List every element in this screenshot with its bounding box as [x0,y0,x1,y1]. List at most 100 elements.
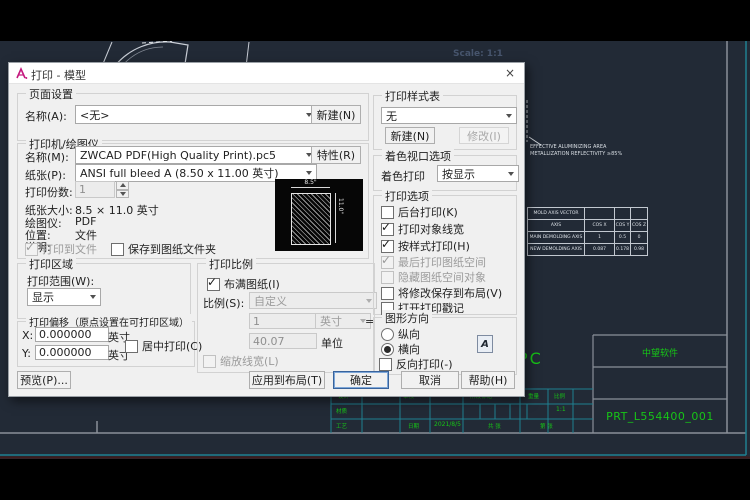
up-arrow-icon [120,183,126,187]
scale-unit-combo: 英寸 [315,313,371,329]
radio-icon [381,328,394,341]
plot-range-label: 打印范围(W): [27,273,94,289]
chevron-down-icon [366,299,372,303]
checkbox-icon [381,206,394,219]
group-plot-options-legend: 打印选项 [382,188,432,204]
shade-plot-combo[interactable]: 按显示 [437,165,519,182]
offset-y-label: Y: [22,347,31,360]
group-orientation-legend: 图形方向 [382,310,432,326]
portrait-radio[interactable]: 纵向 [381,326,420,342]
scale-numerator-field: 1 [249,313,317,329]
titleblock-sheet-no: 第 张 [540,422,553,430]
checkbox-icon [381,271,394,284]
titleblock-scale-value: 1:1 [556,406,566,413]
paper-preview-thumbnail: 8.5" 11.0" [275,179,363,251]
spinner-down-button[interactable] [116,190,129,199]
checkbox-checked-icon [381,240,394,253]
print-dialog: 打印 - 模型 × 页面设置 名称(A): <无> 新建(N) 打印机/绘图仪 … [8,62,525,397]
pagesetup-name-label: 名称(A): [25,108,67,124]
shade-plot-label: 着色打印 [381,168,425,184]
company-name: 中望软件 [593,346,727,359]
landscape-radio[interactable]: 横向 [381,341,420,357]
chevron-down-icon [90,295,96,299]
part-number: PRT_L554400_001 [593,410,727,423]
dialog-titlebar[interactable]: 打印 - 模型 × [9,63,524,84]
paperspace-last-checkbox: 最后打印图纸空间 [381,254,486,270]
apply-to-layout-button[interactable]: 应用到布局(T) [249,371,325,389]
axis-table-header: MOLD AXIS VECTOR [528,208,585,220]
offset-y-field[interactable]: 0.000000 [35,345,109,360]
titleblock-scale-label: 比例 [554,392,565,400]
down-arrow-icon [120,192,126,196]
fit-to-paper-checkbox[interactable]: 布满图纸(I) [207,276,280,292]
titleblock-date-label: 日期 [408,422,419,430]
pagesetup-new-button[interactable]: 新建(N) [311,105,361,124]
top-letterbox [0,0,750,41]
group-plot-area-legend: 打印区域 [26,256,76,272]
copies-stepper[interactable]: 1 [75,181,129,198]
cancel-button[interactable]: 取消 [401,371,459,389]
plot-lineweights-checkbox[interactable]: 打印对象线宽 [381,221,464,237]
style-modify-button: 修改(I) [459,127,509,144]
pagesetup-name-combo[interactable]: <无> [75,105,317,124]
note-line1: EFFECTIVE ALUMINIZING AREA [530,144,622,151]
zwcad-app-icon [15,67,28,80]
scale-lineweights-checkbox: 缩放线宽(L) [203,353,279,369]
plot-upside-down-checkbox[interactable]: 反向打印(-) [379,356,453,372]
checkbox-icon [379,358,392,371]
plot-with-styles-checkbox[interactable]: 按样式打印(H) [381,238,470,254]
dim-line-horizontal [291,187,330,188]
mold-axis-table: MOLD AXIS VECTOR AXIS COS X COS Y COS Z … [527,207,648,256]
checkbox-checked-icon [25,243,38,256]
checkbox-icon [203,355,216,368]
save-changes-to-layout-checkbox[interactable]: 将修改保存到布局(V) [381,285,502,301]
printer-name-combo[interactable]: ZWCAD PDF(High Quality Print).pc5 [75,146,317,164]
offset-x-field[interactable]: 0.000000 [35,327,109,342]
table-row: AXIS COS X COS Y COS Z [528,220,648,232]
checkbox-checked-icon [381,256,394,269]
plot-range-combo[interactable]: 显示 [27,288,101,306]
landscape-paper-icon: A [477,335,493,353]
titleblock-process-label: 工艺 [336,422,347,430]
table-row: MOLD AXIS VECTOR [528,208,648,220]
scale-combo: 自定义 [249,292,377,309]
group-page-setup-legend: 页面设置 [26,86,76,102]
chevron-down-icon [508,172,514,176]
units-label: 单位 [321,335,343,351]
spinner-up-button[interactable] [116,181,129,190]
preview-button[interactable]: 预览(P)... [17,371,71,389]
radio-selected-icon [381,343,394,356]
dialog-title: 打印 - 模型 [31,67,86,83]
dim-line-vertical [335,193,336,243]
titleblock-date-value: 2021/8/5 [434,421,461,428]
note-line2: METALLIZATION REFLECTIVITY ≥85% [530,151,622,158]
group-plot-scale-legend: 打印比例 [206,256,256,272]
print-to-file-checkbox[interactable]: 打印到文件 [25,241,97,257]
offset-x-label: X: [22,329,33,342]
checkbox-checked-icon [381,223,394,236]
table-row: MAIN DEMOLDING AXIS 1 0.5 0 [528,232,648,244]
titleblock-sheets-total: 共 张 [488,422,501,430]
ok-button[interactable]: 确定 [333,371,389,389]
save-to-folder-checkbox[interactable]: 保存到图纸文件夹 [111,241,216,257]
checkbox-checked-icon [207,278,220,291]
plot-style-combo[interactable]: 无 [381,107,517,124]
center-plot-checkbox[interactable]: 居中打印(C) [125,338,202,354]
paper-label: 纸张(P): [25,167,66,183]
copies-label: 打印份数: [25,184,73,200]
chevron-down-icon [306,171,312,175]
background-plot-checkbox[interactable]: 后台打印(K) [381,204,458,220]
chevron-down-icon [506,114,512,118]
close-icon[interactable]: × [502,65,518,81]
copies-value[interactable]: 1 [75,181,115,198]
scale-note: Scale: 1:1 [453,49,503,59]
printer-properties-button[interactable]: 特性(R) [311,146,361,164]
help-button[interactable]: 帮助(H) [461,371,515,389]
scale-label: 比例(S): [203,295,244,311]
printer-name-label: 名称(M): [25,149,69,165]
checkbox-icon [381,287,394,300]
checkbox-icon [125,340,138,353]
paper-hatched-area [291,193,331,245]
style-new-button[interactable]: 新建(N) [385,127,435,144]
hide-paperspace-checkbox: 隐藏图纸空间对象 [381,269,486,285]
